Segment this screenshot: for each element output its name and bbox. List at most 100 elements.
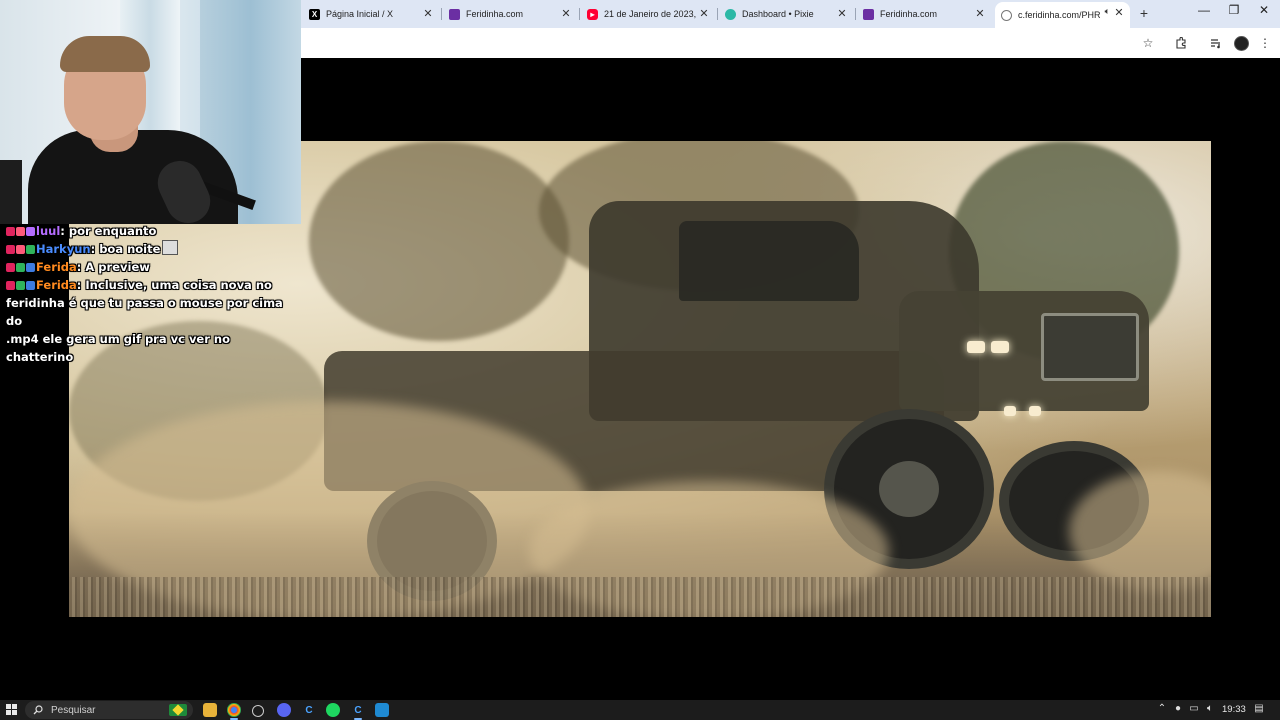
mod-badge-icon [26,281,35,290]
discord-tray-icon[interactable]: ● [1171,703,1185,714]
taskbar-search-box[interactable]: Pesquisar [25,701,193,719]
tab-pixie[interactable]: Dashboard • Pixie ✕ [719,3,853,25]
tab-youtube[interactable]: ▸ 21 de Janeiro de 2023, Pr ✕ [581,3,715,25]
tab-title: c.feridinha.com/PHRJ [1018,10,1100,20]
heart-badge-icon [16,227,25,236]
vscode-icon[interactable] [375,703,389,717]
speaker-icon[interactable]: 🔈︎ [1105,6,1110,17]
heart-badge-icon [6,263,15,272]
chat-username: luul [36,224,61,238]
tab-separator [441,8,442,20]
webcam-feed [0,0,301,224]
x-logo-icon: X [309,8,320,20]
tab-title: Feridinha.com [466,9,524,19]
heart-badge-icon [6,245,15,254]
tab-active-video[interactable]: c.feridinha.com/PHRJ 🔈︎ ✕ [995,2,1130,28]
tab-title: Dashboard • Pixie [742,9,814,19]
chair [0,160,22,224]
feridinha-icon [863,8,874,20]
discord-icon[interactable] [277,703,291,717]
taskbar: Pesquisar C C ⌃ ● ▭ 🔈︎ 19:33 ▤ [0,700,1280,720]
media-controls-icon[interactable] [1207,34,1225,52]
chat-message: Ferida: A preview [6,258,296,276]
extensions-icon[interactable] [1172,34,1190,52]
close-window-button[interactable]: ✕ [1250,3,1278,17]
streamer-hair [60,36,150,72]
chat-message-continuation: feridinha é que tu passa o mouse por cim… [6,296,283,328]
heart-badge-icon [16,245,25,254]
tab-separator [579,8,580,20]
address-bar[interactable] [301,31,1131,55]
close-icon[interactable]: ✕ [973,7,987,20]
sub-badge-icon [16,281,25,290]
chat-overlay: luul: por enquanto Harkyun: boa noite Fe… [6,222,296,366]
chatterino-icon[interactable]: C [302,703,316,717]
headlight [991,341,1009,353]
gravel-ground [69,577,1211,617]
display-icon[interactable]: ▭ [1187,703,1201,714]
globe-icon [1001,9,1012,21]
notification-icon[interactable]: ▤ [1252,703,1266,714]
chat-username: Ferida [36,260,77,274]
chat-username: Harkyun [36,242,91,256]
file-explorer-icon[interactable] [203,703,217,717]
feridinha-icon [449,8,460,20]
chatterino-icon[interactable]: C [351,703,365,720]
close-icon[interactable]: ✕ [1112,6,1126,19]
sub-badge-icon [26,227,35,236]
new-tab-button[interactable]: + [1136,5,1152,21]
mod-badge-icon [26,263,35,272]
truck-grille [1041,313,1139,381]
tab-separator [717,8,718,20]
chrome-icon[interactable] [227,703,241,720]
chat-message: Ferida: Inclusive, uma coisa nova no [6,276,296,294]
tab-title: Feridinha.com [880,9,938,19]
close-icon[interactable]: ✕ [835,7,849,20]
tab-x[interactable]: X Página Inicial / X ✕ [303,3,439,25]
chat-text: por enquanto [68,224,157,238]
chat-username: Ferida [36,278,77,292]
spotify-icon[interactable] [326,703,340,717]
emote-icon [162,240,179,255]
taskbar-clock[interactable]: 19:33 [1222,704,1246,715]
minimize-button[interactable]: — [1190,3,1218,17]
obs-icon[interactable] [252,705,264,717]
tab-title: Página Inicial / X [326,9,394,19]
more-menu-icon[interactable]: ⋮ [1256,34,1274,52]
close-icon[interactable]: ✕ [421,7,435,20]
browser-toolbar: ☆ ⋮ [301,28,1280,58]
search-placeholder: Pesquisar [51,704,96,716]
chat-message-continuation: .mp4 ele gera um gif pra vc ver no chatt… [6,332,230,364]
tab-title: 21 de Janeiro de 2023, Pr [604,9,696,19]
youtube-icon: ▸ [587,8,598,20]
heart-badge-icon [6,281,15,290]
truck-window [679,221,859,301]
sub-badge-icon [26,245,35,254]
tab-feridinha[interactable]: Feridinha.com ✕ [443,3,577,25]
headlight [967,341,985,353]
chat-text: boa noite [99,242,161,256]
tab-separator [855,8,856,20]
tree-foliage [309,141,569,341]
chat-message: luul: por enquanto [6,222,296,240]
chat-text: A preview [85,260,150,274]
search-icon [33,705,43,715]
chat-text: Inclusive, uma coisa nova no [85,278,272,292]
fog-light [1004,406,1016,416]
bookmark-star-icon[interactable]: ☆ [1139,34,1157,52]
chat-separator: : [60,224,69,238]
close-icon[interactable]: ✕ [559,7,573,20]
heart-badge-icon [6,227,15,236]
profile-avatar[interactable] [1232,34,1250,52]
tab-feridinha-2[interactable]: Feridinha.com ✕ [857,3,991,25]
brazil-flag-icon [169,704,187,716]
fog-light [1029,406,1041,416]
chat-separator: : [90,242,100,256]
sub-badge-icon [16,263,25,272]
pixie-icon [725,8,736,20]
volume-icon[interactable]: 🔈︎ [1203,703,1217,714]
chevron-up-icon[interactable]: ⌃ [1155,703,1169,714]
close-icon[interactable]: ✕ [697,7,711,20]
restore-button[interactable]: ❐ [1220,3,1248,17]
windows-start-button[interactable] [6,704,18,716]
